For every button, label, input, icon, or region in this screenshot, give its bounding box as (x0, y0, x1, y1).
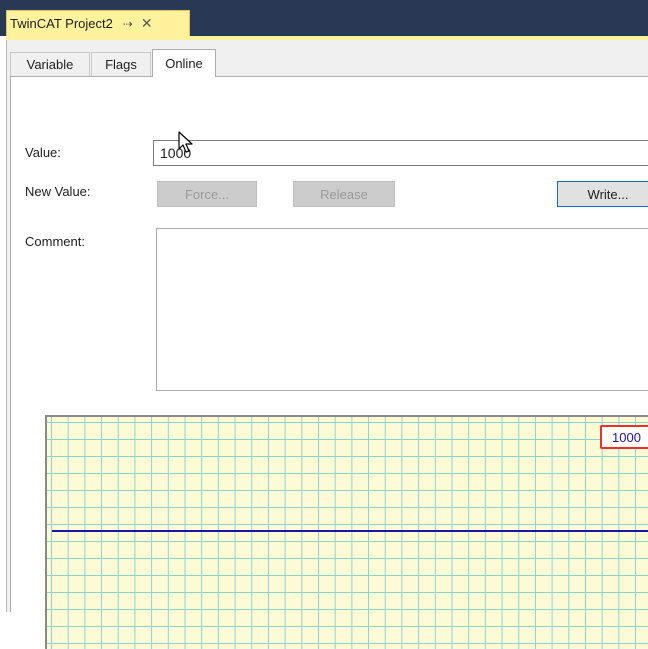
document-tab-title: TwinCAT Project2 (10, 16, 113, 31)
comment-label: Comment: (25, 234, 85, 249)
value-readout: 1000 (600, 425, 648, 449)
force-button[interactable]: Force... (157, 181, 257, 207)
online-tab-content: Value: 1000 New Value: Force... Release … (10, 76, 648, 649)
tab-flags[interactable]: Flags (91, 52, 151, 76)
pin-icon[interactable]: ⇢ (123, 17, 133, 31)
mouse-cursor-icon (178, 131, 193, 153)
tab-online-label: Online (165, 56, 203, 71)
tab-variable[interactable]: Variable (10, 52, 90, 76)
value-label: Value: (25, 145, 61, 160)
value-trend-line (52, 530, 648, 532)
close-icon[interactable]: ✕ (141, 15, 153, 32)
variable-properties-panel: Variable Flags Online Value: 1000 New Va… (6, 40, 648, 649)
tab-variable-label: Variable (26, 57, 74, 72)
tab-online[interactable]: Online (152, 49, 216, 77)
release-button[interactable]: Release (293, 181, 395, 207)
write-button[interactable]: Write... (557, 181, 648, 207)
comment-field[interactable]: ^ v (156, 228, 648, 391)
tab-flags-label: Flags (105, 57, 137, 72)
online-value-chart: 1000 (45, 415, 648, 649)
document-tab[interactable]: TwinCAT Project2 ⇢ ✕ (6, 10, 190, 36)
value-field[interactable]: 1000 (153, 140, 648, 166)
new-value-label: New Value: (25, 184, 91, 199)
document-tab-strip: TwinCAT Project2 ⇢ ✕ (0, 0, 648, 36)
